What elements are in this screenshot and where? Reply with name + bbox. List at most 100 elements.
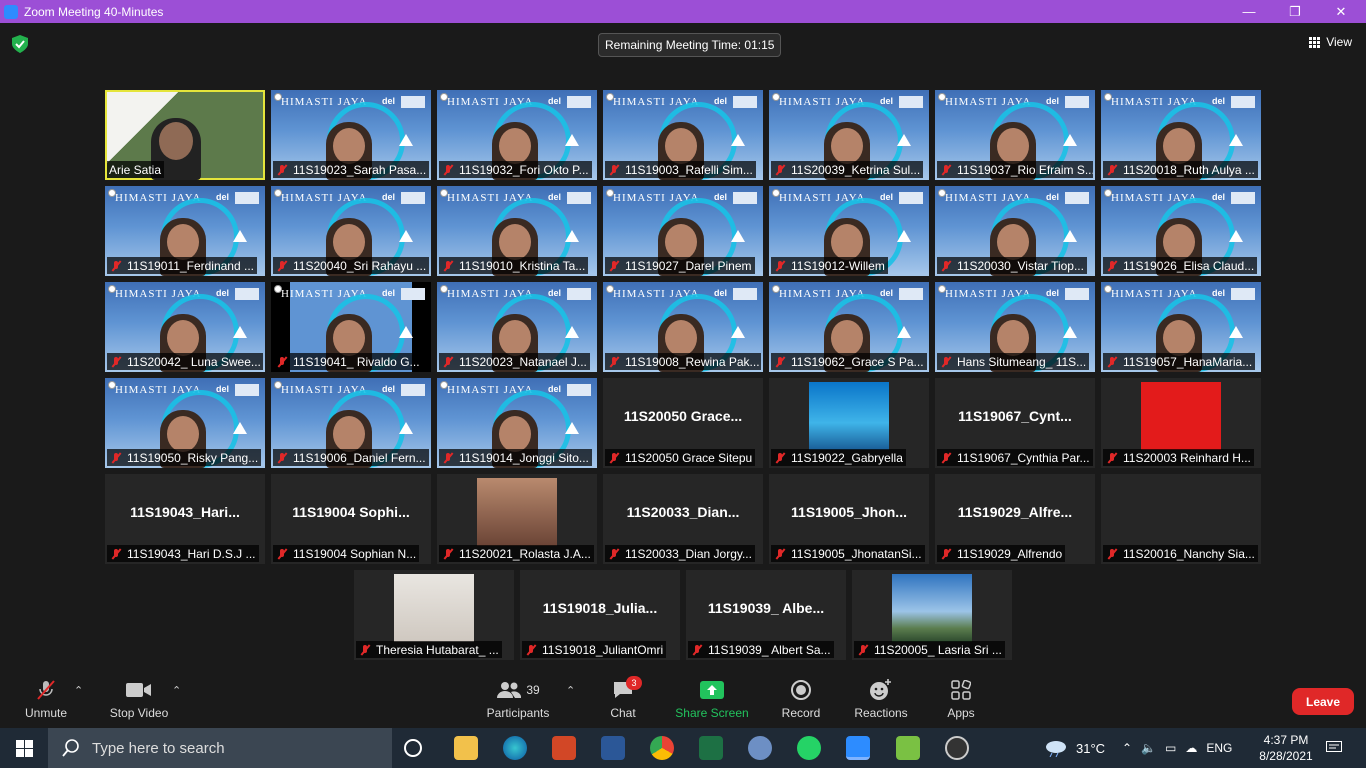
- participant-tile[interactable]: HIMASTI JAYA del 11S20040_Sri Rahayu ...: [271, 186, 431, 276]
- participant-video: [167, 224, 199, 260]
- del-logo: del: [381, 384, 395, 394]
- muted-mic-icon: [1105, 548, 1119, 560]
- participant-tile[interactable]: HIMASTI JAYA del 11S19037_Rio Efraim S...: [935, 90, 1095, 180]
- participant-tile[interactable]: HIMASTI JAYA del 11S19012-Willem: [769, 186, 929, 276]
- minimize-button[interactable]: —: [1226, 0, 1272, 23]
- apps-button[interactable]: Apps: [944, 678, 978, 720]
- excel-icon[interactable]: [699, 736, 723, 760]
- participant-tile[interactable]: HIMASTI JAYA del Hans Situmeang_ 11S...: [935, 282, 1095, 372]
- share-screen-button[interactable]: Share Screen: [674, 678, 750, 720]
- obs-icon[interactable]: [945, 736, 969, 760]
- word-icon[interactable]: [601, 736, 625, 760]
- participant-name: 11S20030_Vistar Tiop...: [957, 258, 1084, 273]
- mini-logo: [567, 192, 591, 204]
- participant-tile[interactable]: 11S20016_Nanchy Sia...: [1101, 474, 1261, 564]
- participant-tile[interactable]: 11S20050 Grace... 11S20050 Grace Sitepu: [603, 378, 763, 468]
- participant-tile[interactable]: 11S20005_ Lasria Sri ...: [852, 570, 1012, 660]
- participants-caret-icon[interactable]: ⌃: [566, 684, 575, 697]
- participant-tile[interactable]: 11S19022_Gabryella: [769, 378, 929, 468]
- participant-name-label: 11S20018_Ruth Aulya ...: [1103, 161, 1258, 178]
- stop-video-label: Stop Video: [109, 706, 169, 720]
- task-view-icon[interactable]: [404, 739, 422, 757]
- participants-button[interactable]: 39 Participants: [484, 678, 552, 720]
- battery-icon[interactable]: ▭: [1165, 741, 1176, 755]
- paint-icon[interactable]: [748, 736, 772, 760]
- participant-name-label: 11S19043_Hari D.S.J ...: [107, 545, 259, 562]
- play-triangle-icon: [731, 230, 745, 242]
- participant-tile[interactable]: 11S19029_Alfre... 11S19029_Alfrendo: [935, 474, 1095, 564]
- mini-logo: [899, 288, 923, 300]
- leave-button[interactable]: Leave: [1292, 688, 1354, 715]
- participant-tile[interactable]: 11S19004 Sophi... 11S19004 Sophian N...: [271, 474, 431, 564]
- stop-video-button[interactable]: Stop Video: [106, 678, 172, 720]
- participant-tile[interactable]: HIMASTI JAYA del 11S19026_Elisa Claud...: [1101, 186, 1261, 276]
- security-shield-icon[interactable]: [12, 35, 28, 53]
- clock[interactable]: 4:37 PM 8/28/2021: [1252, 728, 1320, 768]
- clock-date: 8/28/2021: [1259, 749, 1313, 763]
- taskbar-search-box[interactable]: Type here to search: [48, 728, 392, 768]
- muted-mic-icon: [773, 164, 787, 176]
- participant-tile[interactable]: HIMASTI JAYA del 11S19057_HanaMaria...: [1101, 282, 1261, 372]
- mini-logo: [235, 384, 259, 396]
- audio-options-caret-icon[interactable]: ⌃: [74, 684, 83, 697]
- participant-tile[interactable]: HIMASTI JAYA del 11S20039_Ketrina Sul...: [769, 90, 929, 180]
- participant-tile[interactable]: HIMASTI JAYA del 11S19023_Sarah Pasa...: [271, 90, 431, 180]
- participant-name-placeholder: 11S19043_Hari...: [130, 504, 240, 520]
- participant-tile[interactable]: HIMASTI JAYA del 11S20042_ Luna Swee...: [105, 282, 265, 372]
- participant-tile[interactable]: 11S19039_ Albe... 11S19039_ Albert Sa...: [686, 570, 846, 660]
- onedrive-cloud-icon[interactable]: ☁: [1185, 741, 1197, 755]
- windows-start-icon[interactable]: [0, 728, 48, 768]
- android-emulator-icon[interactable]: [896, 736, 920, 760]
- chrome-icon[interactable]: [650, 736, 674, 760]
- file-explorer-icon[interactable]: [454, 736, 478, 760]
- participant-tile[interactable]: 11S19067_Cynt... 11S19067_Cynthia Par...: [935, 378, 1095, 468]
- participant-tile[interactable]: HIMASTI JAYA del 11S19003_Rafelli Sim...: [603, 90, 763, 180]
- zoom-taskbar-icon[interactable]: [846, 736, 870, 760]
- participant-tile[interactable]: Theresia Hutabarat_ ...: [354, 570, 514, 660]
- play-triangle-icon: [731, 326, 745, 338]
- participant-tile[interactable]: Arie Satia: [105, 90, 265, 180]
- participant-tile[interactable]: HIMASTI JAYA del 11S19014_Jonggi Sito...: [437, 378, 597, 468]
- video-options-caret-icon[interactable]: ⌃: [172, 684, 181, 697]
- whatsapp-icon[interactable]: [797, 736, 821, 760]
- participant-tile[interactable]: 11S19005_Jhon... 11S19005_JhonatanSi...: [769, 474, 929, 564]
- participant-tile[interactable]: HIMASTI JAYA del 11S19011_Ferdinand ...: [105, 186, 265, 276]
- edge-browser-icon[interactable]: [503, 736, 527, 760]
- participant-name: 11S20016_Nanchy Sia...: [1123, 546, 1255, 561]
- participant-tile[interactable]: HIMASTI JAYA del 11S19008_Rewina Pak...: [603, 282, 763, 372]
- close-button[interactable]: ✕: [1318, 0, 1364, 23]
- language-indicator[interactable]: ENG: [1206, 741, 1232, 755]
- chevron-up-icon[interactable]: ⌃: [1122, 741, 1132, 755]
- weather-widget[interactable]: 31°C: [1044, 728, 1105, 768]
- participant-tile[interactable]: 11S20003 Reinhard H...: [1101, 378, 1261, 468]
- status-dot: [606, 93, 614, 101]
- profile-picture: [477, 478, 557, 546]
- participant-name-label: Arie Satia: [107, 161, 165, 178]
- participant-tile[interactable]: HIMASTI JAYA del 11S20030_Vistar Tiop...: [935, 186, 1095, 276]
- volume-icon[interactable]: 🔈: [1141, 741, 1156, 755]
- record-button[interactable]: Record: [780, 678, 822, 720]
- participant-tile[interactable]: HIMASTI JAYA del 11S19006_Daniel Fern...: [271, 378, 431, 468]
- meeting-toolbar: Unmute ⌃ Stop Video ⌃ 39 Participants ⌃ …: [0, 672, 1366, 728]
- participant-tile[interactable]: HIMASTI JAYA del 11S20018_Ruth Aulya ...: [1101, 90, 1261, 180]
- powerpoint-icon[interactable]: [552, 736, 576, 760]
- participant-tile[interactable]: HIMASTI JAYA del 11S19010_Kristina Ta...: [437, 186, 597, 276]
- participant-tile[interactable]: 11S19018_Julia... 11S19018_JuliantOmri: [520, 570, 680, 660]
- participant-tile[interactable]: HIMASTI JAYA del 11S19050_Risky Pang...: [105, 378, 265, 468]
- participant-tile[interactable]: 11S20021_Rolasta J.A...: [437, 474, 597, 564]
- maximize-button[interactable]: ❐: [1272, 0, 1318, 23]
- participant-tile[interactable]: HIMASTI JAYA del 11S19041_ Rivaldo G...: [271, 282, 431, 372]
- participant-tile[interactable]: HIMASTI JAYA del 11S20023_Natanael J...: [437, 282, 597, 372]
- participant-name-placeholder: 11S19004 Sophi...: [292, 504, 410, 520]
- participant-tile[interactable]: HIMASTI JAYA del 11S19062_Grace S Pa...: [769, 282, 929, 372]
- participant-tile[interactable]: 11S19043_Hari... 11S19043_Hari D.S.J ...: [105, 474, 265, 564]
- view-button[interactable]: View: [1309, 35, 1352, 49]
- participant-name-label: 11S19029_Alfrendo: [937, 545, 1066, 562]
- notifications-icon[interactable]: [1322, 728, 1346, 768]
- reactions-button[interactable]: Reactions: [852, 678, 910, 720]
- status-dot: [606, 189, 614, 197]
- participant-tile[interactable]: HIMASTI JAYA del 11S19032_Fori Okto P...: [437, 90, 597, 180]
- participant-tile[interactable]: 11S20033_Dian... 11S20033_Dian Jorgy...: [603, 474, 763, 564]
- participant-tile[interactable]: HIMASTI JAYA del 11S19027_Darel Pinem: [603, 186, 763, 276]
- unmute-button[interactable]: Unmute: [20, 678, 72, 720]
